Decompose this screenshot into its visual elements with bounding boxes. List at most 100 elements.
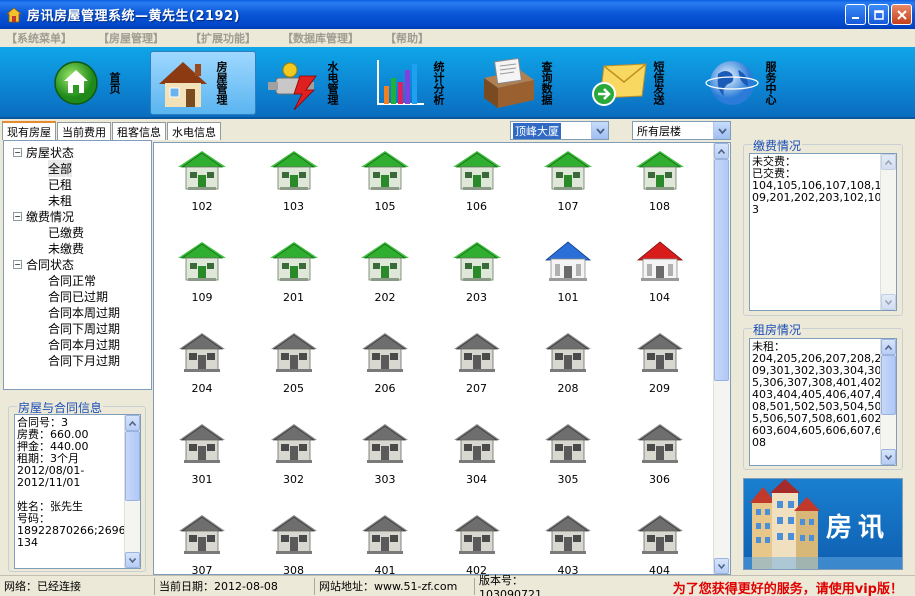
scroll-up-icon[interactable] (881, 154, 896, 170)
house-room-gray[interactable]: 401 (355, 511, 415, 574)
scroll-down-icon[interactable] (714, 558, 729, 574)
chevron-down-icon[interactable] (591, 122, 608, 139)
scroll-thumb[interactable] (881, 355, 896, 415)
tab-0[interactable]: 现有房屋 (2, 121, 56, 140)
tree-item[interactable]: 合同下月过期 (4, 352, 151, 368)
scroll-up-icon[interactable] (125, 415, 140, 431)
collapse-icon[interactable]: − (13, 259, 22, 269)
tree-item[interactable]: 未缴费 (4, 240, 151, 256)
toolbar-globe-button[interactable]: 服务中心 (700, 51, 808, 115)
house-grid: 102 103 105 106 107 108 109 201 202 203 101 104 204 2… (153, 142, 731, 575)
toolbar-chart-button[interactable]: 统计分析 (368, 51, 476, 115)
house-room-gray[interactable]: 301 (172, 420, 232, 490)
promo-banner[interactable]: 房讯 (743, 478, 903, 570)
house-room-green[interactable]: 103 (264, 147, 324, 217)
payment-scrollbar[interactable] (880, 154, 896, 310)
maximize-button[interactable] (868, 4, 889, 25)
current-date: 当前日期：2012-08-08 (155, 577, 315, 595)
house-room-gray[interactable]: 307 (172, 511, 232, 574)
minimize-button[interactable] (845, 4, 866, 25)
menu-item-1[interactable]: 【房屋管理】 (98, 30, 164, 46)
tree-item[interactable]: 合同正常 (4, 272, 151, 288)
house-room-gray[interactable]: 207 (447, 329, 507, 399)
toolbar-utility-button[interactable]: 水电管理 (262, 51, 370, 115)
toolbar-sms-button[interactable]: 短信发送 (588, 51, 696, 115)
house-room-gray[interactable]: 302 (264, 420, 324, 490)
tree-group[interactable]: − 合同状态 (4, 256, 151, 272)
grid-scrollbar[interactable] (713, 143, 730, 574)
house-room-gray[interactable]: 404 (630, 511, 690, 574)
tree-item[interactable]: 全部 (4, 159, 151, 177)
collapse-icon[interactable]: − (13, 147, 22, 157)
house-gray-icon (634, 511, 686, 560)
house-room-green[interactable]: 102 (172, 147, 232, 217)
tree-item[interactable]: 合同下周过期 (4, 320, 151, 336)
house-room-gray[interactable]: 402 (447, 511, 507, 574)
vip-promo-text[interactable]: 为了您获得更好的服务，请使用vip版！ (673, 578, 903, 596)
house-room-gray[interactable]: 205 (264, 329, 324, 399)
house-room-green[interactable]: 108 (630, 147, 690, 217)
tree-item[interactable]: 未租 (4, 192, 151, 208)
menu-item-2[interactable]: 【扩展功能】 (190, 30, 256, 46)
tab-3[interactable]: 水电信息 (167, 122, 221, 140)
tree-item[interactable]: 合同已过期 (4, 288, 151, 304)
rental-title: 租房情况 (752, 321, 803, 338)
house-room-gray[interactable]: 308 (264, 511, 324, 574)
close-button[interactable] (891, 4, 912, 25)
house-gray-icon (176, 420, 228, 469)
house-room-green[interactable]: 106 (447, 147, 507, 217)
house-room-gray[interactable]: 204 (172, 329, 232, 399)
house-room-gray[interactable]: 303 (355, 420, 415, 490)
scroll-thumb[interactable] (125, 431, 140, 501)
tab-1[interactable]: 当前费用 (57, 122, 111, 140)
house-room-green[interactable]: 201 (264, 238, 324, 308)
toolbar-house-button[interactable]: 房屋管理 (150, 51, 256, 115)
house-room-gray[interactable]: 304 (447, 420, 507, 490)
home-icon (44, 53, 108, 113)
house-room-green[interactable]: 109 (172, 238, 232, 308)
house-room-red[interactable]: 104 (630, 238, 690, 308)
scroll-up-icon[interactable] (714, 143, 729, 159)
house-room-gray[interactable]: 403 (538, 511, 598, 574)
house-room-green[interactable]: 105 (355, 147, 415, 217)
house-room-green[interactable]: 202 (355, 238, 415, 308)
scroll-down-icon[interactable] (125, 552, 140, 568)
house-gray-icon (542, 329, 594, 378)
tree-item[interactable]: 已缴费 (4, 224, 151, 240)
tree-item[interactable]: 合同本月过期 (4, 336, 151, 352)
tab-2[interactable]: 租客信息 (112, 122, 166, 140)
building-select[interactable]: 顶峰大厦 (510, 121, 609, 140)
menu-item-3[interactable]: 【数据库管理】 (282, 30, 359, 46)
house-green-icon (359, 238, 411, 287)
scroll-thumb[interactable] (714, 159, 729, 381)
tree-item[interactable]: 已租 (4, 176, 151, 192)
tree-item[interactable]: 合同本周过期 (4, 304, 151, 320)
house-room-blue[interactable]: 101 (538, 238, 598, 308)
menu-item-4[interactable]: 【帮助】 (385, 30, 429, 46)
house-room-gray[interactable]: 209 (630, 329, 690, 399)
tree-group[interactable]: − 房屋状态 (4, 144, 151, 160)
scroll-down-icon[interactable] (881, 449, 896, 465)
tab-strip: 现有房屋 当前费用 租客信息 水电信息 (2, 121, 222, 140)
house-room-gray[interactable]: 206 (355, 329, 415, 399)
house-room-gray[interactable]: 306 (630, 420, 690, 490)
house-room-green[interactable]: 107 (538, 147, 598, 217)
scroll-up-icon[interactable] (881, 339, 896, 355)
contract-scrollbar[interactable] (124, 415, 140, 568)
house-room-green[interactable]: 203 (447, 238, 507, 308)
chevron-down-icon[interactable] (713, 122, 730, 139)
house-gray-icon (451, 329, 503, 378)
tree-group[interactable]: − 缴费情况 (4, 208, 151, 224)
toolbar-database-button[interactable]: 查询数据 (476, 51, 584, 115)
house-room-gray[interactable]: 305 (538, 420, 598, 490)
house-green-icon (542, 147, 594, 196)
floor-select[interactable]: 所有层楼 (632, 121, 731, 140)
menu-item-0[interactable]: 【系统菜单】 (6, 30, 72, 46)
rental-scrollbar[interactable] (880, 339, 896, 465)
house-room-gray[interactable]: 208 (538, 329, 598, 399)
room-number: 207 (466, 382, 487, 395)
toolbar-home-button[interactable]: 首页 (44, 51, 130, 115)
floor-select-value: 所有层楼 (637, 124, 681, 138)
scroll-down-icon[interactable] (881, 294, 896, 310)
collapse-icon[interactable]: − (13, 211, 22, 221)
